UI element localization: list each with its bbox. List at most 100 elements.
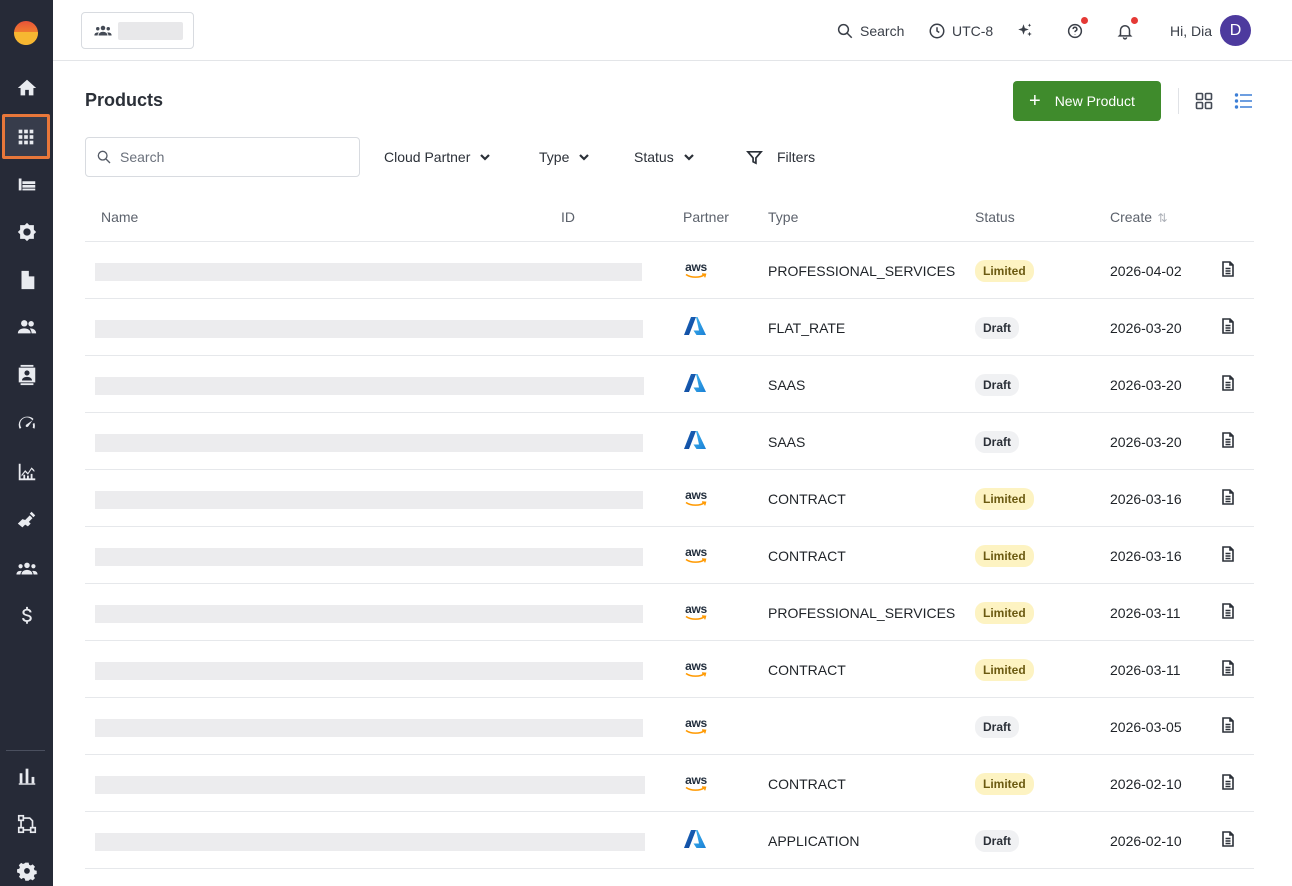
bar-chart-icon[interactable] <box>5 756 48 796</box>
table-row[interactable]: aws Draft 2026-03-05 <box>85 698 1254 755</box>
home-icon[interactable] <box>5 68 48 108</box>
table-row[interactable]: aws CONTRACT Limited 2026-03-16 <box>85 527 1254 584</box>
column-header-id[interactable]: ID <box>561 209 575 225</box>
product-name-id-redacted <box>95 263 642 281</box>
create-date-cell: 2026-02-10 <box>1110 832 1182 849</box>
view-details-button[interactable] <box>1221 240 1235 297</box>
view-details-button[interactable] <box>1221 639 1235 696</box>
azure-logo-icon <box>683 316 707 339</box>
column-header-type[interactable]: Type <box>768 209 798 225</box>
workflow-icon[interactable] <box>5 804 48 844</box>
view-details-button[interactable] <box>1221 582 1235 639</box>
grid-view-icon <box>1195 92 1213 110</box>
product-search <box>85 137 360 177</box>
handshake-icon[interactable] <box>5 500 48 540</box>
people-icon[interactable] <box>5 307 48 347</box>
grid-view-button[interactable] <box>1192 89 1216 113</box>
analytics-icon[interactable] <box>5 452 48 492</box>
column-header-name[interactable]: Name <box>101 209 138 225</box>
column-header-partner[interactable]: Partner <box>683 209 729 225</box>
settings-gear-icon[interactable] <box>5 212 48 252</box>
status-cell: Limited <box>975 755 1034 812</box>
aws-logo-icon: aws <box>683 261 709 279</box>
column-header-create[interactable]: Create ⇅ <box>1110 209 1167 225</box>
view-details-button[interactable] <box>1221 525 1235 582</box>
timezone-selector[interactable]: UTC-8 <box>928 0 993 61</box>
azure-logo-icon <box>683 373 707 396</box>
document-icon <box>1222 431 1234 448</box>
document-icon <box>1222 545 1234 562</box>
cloud-partner-filter[interactable]: Cloud Partner <box>384 137 492 177</box>
more-filters-label: Filters <box>777 149 816 165</box>
page-title: Products <box>85 90 164 110</box>
view-details-button[interactable] <box>1221 411 1235 468</box>
partner-cell <box>683 299 707 356</box>
partner-cell: aws <box>683 641 709 698</box>
contacts-icon[interactable] <box>5 355 48 395</box>
timezone-label: UTC-8 <box>952 22 994 39</box>
table-row[interactable]: SAAS Draft 2026-03-20 <box>85 413 1254 470</box>
top-header: Search UTC-8 Hi, Dia D <box>53 0 1292 61</box>
status-badge: Limited <box>975 487 1034 510</box>
filter-funnel-icon <box>746 150 763 165</box>
notifications-button[interactable] <box>1116 0 1138 61</box>
document-icon[interactable] <box>5 260 48 300</box>
column-header-status[interactable]: Status <box>975 209 1015 225</box>
type-filter[interactable]: Type <box>539 137 591 177</box>
view-details-button[interactable] <box>1221 297 1235 354</box>
more-filters-button[interactable]: Filters <box>746 137 815 177</box>
document-icon <box>1222 317 1234 334</box>
type-cell: SAAS <box>768 433 806 450</box>
create-date-cell: 2026-03-16 <box>1110 547 1182 564</box>
view-details-button[interactable] <box>1221 753 1235 810</box>
team-switcher[interactable] <box>81 12 194 49</box>
view-details-button[interactable] <box>1221 696 1235 753</box>
apps-grid-icon[interactable] <box>2 114 50 159</box>
new-product-button[interactable]: + New Product <box>1013 81 1161 121</box>
list-view-button[interactable] <box>1232 89 1256 113</box>
global-search[interactable]: Search <box>836 0 904 61</box>
product-name-id-redacted <box>95 377 644 395</box>
status-badge: Draft <box>975 373 1020 396</box>
table-row[interactable]: FLAT_RATE Draft 2026-03-20 <box>85 299 1254 356</box>
azure-logo-icon <box>683 430 707 453</box>
global-search-label: Search <box>860 22 905 39</box>
gear-icon[interactable] <box>5 852 48 886</box>
document-icon <box>1222 773 1234 790</box>
create-date-cell: 2026-03-20 <box>1110 376 1182 393</box>
help-button[interactable] <box>1066 0 1088 61</box>
aws-logo-icon: aws <box>683 717 709 735</box>
table-row[interactable]: APPLICATION Draft 2026-02-10 <box>85 812 1254 869</box>
search-input[interactable] <box>120 149 340 165</box>
search-icon <box>97 150 111 164</box>
dollar-icon[interactable] <box>5 596 48 636</box>
app-logo[interactable] <box>14 21 38 45</box>
create-date-cell: 2026-03-20 <box>1110 319 1182 336</box>
table-row[interactable]: aws CONTRACT Limited 2026-02-10 <box>85 755 1254 812</box>
team-icon[interactable] <box>5 549 48 589</box>
team-icon <box>94 25 112 35</box>
create-date-cell: 2026-03-20 <box>1110 433 1182 450</box>
table-row[interactable]: aws PROFESSIONAL_SERVICES Limited 2026-04-0… <box>85 242 1254 299</box>
list-view-icon <box>1234 93 1252 109</box>
new-product-label: New Product <box>1054 93 1135 109</box>
table-row[interactable]: aws CONTRACT Limited 2026-03-16 <box>85 470 1254 527</box>
view-details-button[interactable] <box>1221 810 1235 867</box>
view-details-button[interactable] <box>1221 468 1235 525</box>
view-toggle-divider <box>1178 88 1179 114</box>
user-menu[interactable]: Hi, Dia D <box>1170 0 1252 61</box>
listings-icon[interactable] <box>5 164 48 204</box>
table-row[interactable]: aws PROFESSIONAL_SERVICES Limited 2026-03-1… <box>85 584 1254 641</box>
speedometer-icon[interactable] <box>5 404 48 444</box>
status-filter[interactable]: Status <box>634 137 696 177</box>
clock-icon <box>929 23 945 38</box>
cloud-partner-filter-label: Cloud Partner <box>384 149 471 165</box>
ai-assistant-button[interactable] <box>1016 0 1034 61</box>
view-details-button[interactable] <box>1221 354 1235 411</box>
create-date-cell: 2026-03-05 <box>1110 718 1182 735</box>
create-date-cell: 2026-02-10 <box>1110 775 1182 792</box>
status-filter-label: Status <box>634 149 674 165</box>
table-row[interactable]: aws CONTRACT Limited 2026-03-11 <box>85 641 1254 698</box>
table-row[interactable]: SAAS Draft 2026-03-20 <box>85 356 1254 413</box>
product-name-id-redacted <box>95 434 643 452</box>
